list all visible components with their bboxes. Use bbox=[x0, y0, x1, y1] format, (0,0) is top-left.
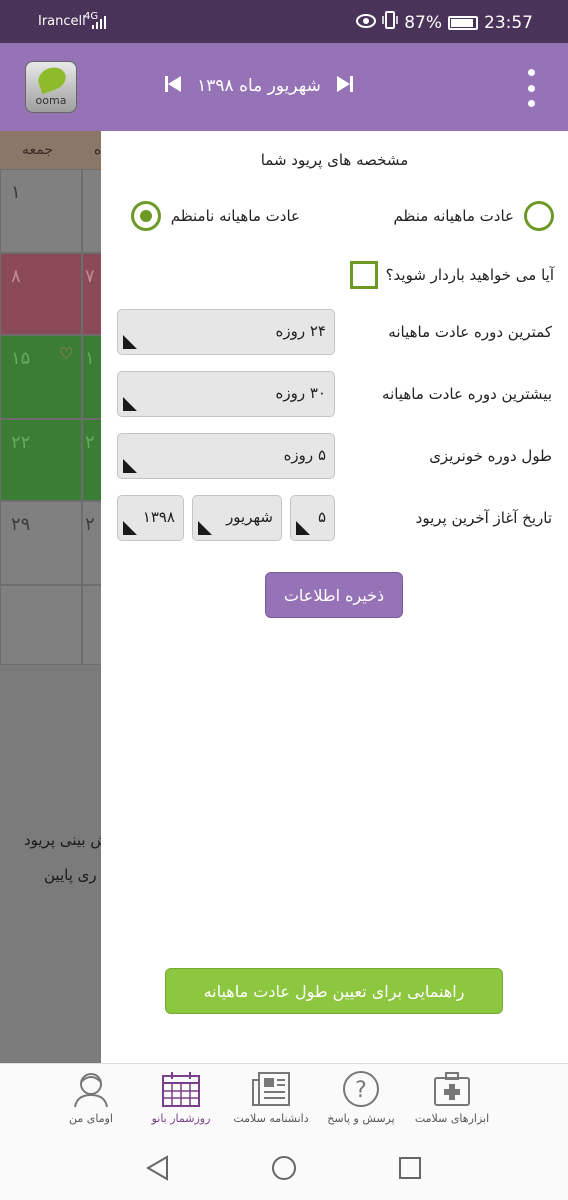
vibrate-icon bbox=[382, 11, 398, 34]
last-period-month-spinner[interactable]: شهریور bbox=[192, 495, 282, 541]
leaf-icon bbox=[35, 63, 69, 95]
calendar-icon bbox=[162, 1072, 200, 1107]
nav-qa[interactable]: ? پرسش و پاسخ bbox=[311, 1070, 411, 1125]
signal-icon bbox=[92, 14, 108, 33]
nav-health-tools[interactable]: ابزارهای سلامت bbox=[402, 1070, 502, 1125]
calendar-day[interactable]: ۱ bbox=[82, 335, 102, 419]
pregnancy-option[interactable]: آیا می خواهید باردار شوید؟ bbox=[349, 261, 554, 289]
last-period-label: تاریخ آغاز آخرین پریود bbox=[415, 509, 552, 527]
radio-irregular-cycle[interactable]: عادت ماهیانه نامنظم bbox=[130, 201, 300, 231]
last-period-month-value: شهریور bbox=[226, 508, 273, 526]
max-cycle-value: ۳۰ روزه bbox=[275, 384, 326, 402]
period-settings-panel: مشخصه های پریود شما عادت ماهیانه منظم عا… bbox=[101, 131, 568, 1063]
prediction-text-line2: ری پایین bbox=[44, 866, 97, 884]
dropdown-triangle-icon bbox=[198, 521, 212, 535]
status-bar: Irancell 4G 87% 23:57 bbox=[0, 0, 568, 43]
calendar-day[interactable]: ۷ bbox=[82, 253, 102, 335]
month-title: شهریور ماه ۱۳۹۸ bbox=[197, 76, 321, 96]
last-period-day-spinner[interactable]: ۵ bbox=[290, 495, 335, 541]
previous-month-icon[interactable] bbox=[165, 75, 181, 97]
month-navigator: شهریور ماه ۱۳۹۸ bbox=[165, 73, 353, 99]
eye-icon bbox=[356, 13, 377, 33]
radio-button-selected-icon[interactable] bbox=[130, 201, 161, 231]
dropdown-triangle-icon bbox=[123, 397, 137, 411]
min-cycle-label: کمترین دوره عادت ماهیانه bbox=[388, 323, 552, 341]
calendar-day[interactable]: ۱۵ ♡ bbox=[0, 335, 82, 419]
app-logo[interactable]: ooma bbox=[25, 61, 77, 113]
nav-period-calendar[interactable]: روزشمار بانو bbox=[131, 1070, 231, 1125]
last-period-day-value: ۵ bbox=[317, 508, 326, 526]
save-button[interactable]: ذخیره اطلاعات bbox=[265, 572, 403, 618]
min-cycle-value: ۲۴ روزه bbox=[275, 322, 326, 340]
nav-encyclopedia[interactable]: دانشنامه سلامت bbox=[221, 1070, 321, 1125]
app-header: ooma شهریور ماه ۱۳۹۸ bbox=[0, 43, 568, 131]
system-navigation-bar bbox=[0, 1135, 568, 1200]
calendar-day[interactable] bbox=[0, 585, 82, 665]
min-cycle-spinner[interactable]: ۲۴ روزه bbox=[117, 309, 335, 355]
nav-my-ooma[interactable]: اومای من bbox=[41, 1070, 141, 1125]
medkit-icon bbox=[434, 1072, 470, 1106]
calendar-day[interactable]: ۲ bbox=[82, 501, 102, 585]
pregnancy-checkbox[interactable] bbox=[349, 261, 378, 289]
bleeding-length-value: ۵ روزه bbox=[283, 446, 326, 464]
last-period-year-value: ۱۳۹۸ bbox=[142, 508, 175, 526]
cycle-type-radio-group: عادت ماهیانه منظم عادت ماهیانه نامنظم bbox=[101, 201, 568, 235]
battery-percent: 87% bbox=[404, 12, 442, 33]
calendar-day[interactable]: ۲۹ bbox=[0, 501, 82, 585]
calendar-day[interactable]: ۱ bbox=[0, 169, 82, 253]
svg-text:?: ? bbox=[355, 1078, 367, 1103]
bleeding-length-label: طول دوره خونریزی bbox=[429, 447, 552, 465]
bleeding-length-spinner[interactable]: ۵ روزه bbox=[117, 433, 335, 479]
max-cycle-spinner[interactable]: ۳۰ روزه bbox=[117, 371, 335, 417]
home-icon[interactable] bbox=[271, 1155, 297, 1185]
back-icon[interactable] bbox=[145, 1155, 169, 1185]
logo-text: ooma bbox=[35, 94, 67, 107]
battery-icon bbox=[448, 15, 478, 30]
carrier-name: Irancell bbox=[38, 14, 86, 29]
calendar-day[interactable]: ۸ bbox=[0, 253, 82, 335]
user-icon bbox=[74, 1073, 108, 1108]
radio-irregular-label: عادت ماهیانه نامنظم bbox=[170, 207, 300, 225]
nav-my-ooma-label: اومای من bbox=[69, 1112, 113, 1125]
last-period-year-spinner[interactable]: ۱۳۹۸ bbox=[117, 495, 184, 541]
calendar-day[interactable]: ۲ bbox=[82, 419, 102, 501]
dropdown-triangle-icon bbox=[296, 521, 310, 535]
dropdown-triangle-icon bbox=[123, 335, 137, 349]
prediction-text-line1: ش بینی پریود bbox=[24, 831, 109, 849]
next-month-icon[interactable] bbox=[337, 75, 353, 97]
calendar-day-number: ۱۵ bbox=[11, 348, 31, 369]
overflow-menu-icon[interactable] bbox=[526, 69, 536, 107]
dropdown-triangle-icon bbox=[123, 521, 137, 535]
nav-qa-label: پرسش و پاسخ bbox=[327, 1112, 395, 1125]
nav-health-tools-label: ابزارهای سلامت bbox=[414, 1112, 490, 1125]
clock: 23:57 bbox=[484, 12, 533, 33]
dropdown-triangle-icon bbox=[123, 459, 137, 473]
radio-regular-label: عادت ماهیانه منظم bbox=[393, 207, 514, 225]
nav-period-calendar-label: روزشمار بانو bbox=[151, 1112, 211, 1125]
radio-button-icon[interactable] bbox=[524, 201, 554, 231]
heart-icon: ♡ bbox=[59, 344, 74, 363]
radio-regular-cycle[interactable]: عادت ماهیانه منظم bbox=[393, 201, 554, 231]
max-cycle-label: بیشترین دوره عادت ماهیانه bbox=[382, 385, 552, 403]
newspaper-icon bbox=[252, 1072, 290, 1106]
cycle-guide-button[interactable]: راهنمایی برای تعیین طول عادت ماهیانه bbox=[165, 968, 503, 1014]
recents-icon[interactable] bbox=[398, 1155, 422, 1185]
calendar-day[interactable]: ۲۲ bbox=[0, 419, 82, 501]
nav-encyclopedia-label: دانشنامه سلامت bbox=[233, 1112, 309, 1125]
question-icon: ? bbox=[343, 1071, 379, 1107]
day-header-friday: جمعه bbox=[22, 142, 54, 158]
pregnancy-question-label: آیا می خواهید باردار شوید؟ bbox=[385, 266, 554, 284]
panel-title: مشخصه های پریود شما bbox=[260, 151, 409, 169]
bottom-navigation: ابزارهای سلامت ? پرسش و پاسخ دانشنامه سل… bbox=[0, 1063, 568, 1135]
